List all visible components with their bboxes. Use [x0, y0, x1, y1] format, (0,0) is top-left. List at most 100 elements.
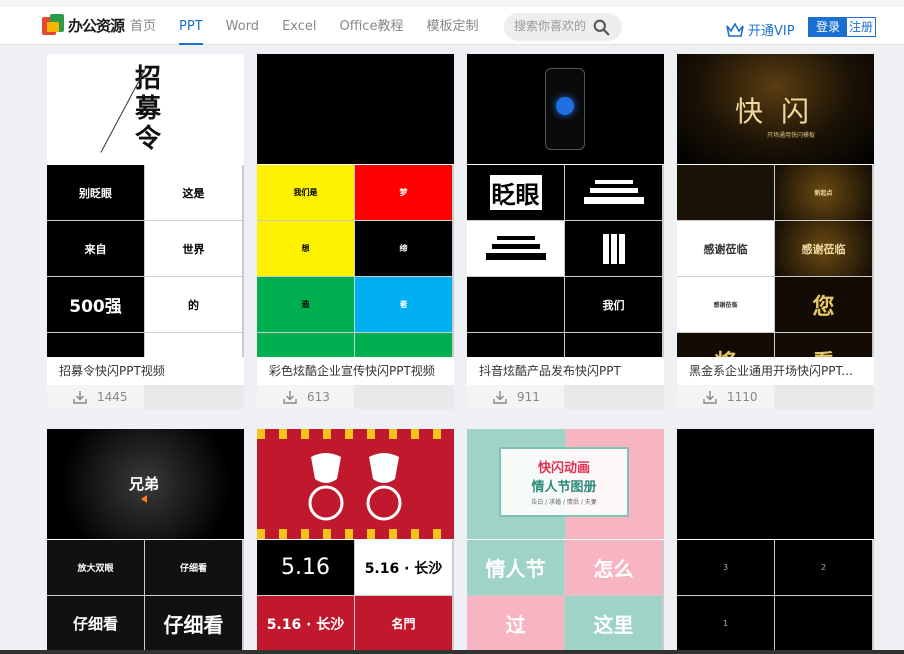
- slide-cell: 500强: [47, 277, 144, 332]
- slide-cell: [467, 221, 564, 276]
- download-count: 1110: [677, 385, 774, 409]
- cover-slide: [257, 54, 454, 164]
- slide-cell: 的: [145, 277, 242, 332]
- slide-cell: 感谢莅临: [677, 277, 774, 332]
- slide-cell: 过: [467, 596, 564, 650]
- template-card[interactable]: 快闪 开场通用快闪模板 新起点 感谢莅临 感谢莅临 感谢莅临 您 将 看 黑金系…: [677, 54, 874, 409]
- slide-cell: [467, 333, 564, 357]
- slide-grid: 5.16 5.16 · 长沙 5.16 · 长沙 名門: [257, 540, 454, 650]
- slide-cell: 世界: [145, 221, 242, 276]
- logo-icon: [42, 14, 64, 36]
- nav-item-excel[interactable]: Excel: [282, 17, 316, 45]
- slide-cell: 3: [677, 540, 774, 595]
- slide-cell: 仔细看: [47, 596, 144, 650]
- login-button[interactable]: 登录: [809, 18, 847, 36]
- nav-item-ppt[interactable]: PPT: [179, 17, 203, 45]
- cover-title: 快闪动画: [537, 461, 590, 476]
- cover-slide: [677, 429, 874, 539]
- slide-cell: 怎么: [565, 540, 662, 595]
- cover-char: 快: [735, 95, 782, 128]
- slide-cell: 感谢莅临: [677, 221, 774, 276]
- template-card[interactable]: 3 2 1: [677, 429, 874, 650]
- slide-cell: 感谢莅临: [775, 221, 872, 276]
- download-count-value: 1445: [97, 390, 128, 404]
- cover-slide: 招 募 令: [47, 54, 244, 164]
- cover-subtitle: 开场通用快闪模板: [767, 132, 816, 139]
- slide-cell: 放大双眼: [47, 540, 144, 595]
- top-navigation-bar: 办公资源 首页 PPT Word Excel Office教程 模板定制 开通V…: [0, 0, 904, 45]
- download-count-value: 911: [517, 390, 540, 404]
- vip-link[interactable]: 开通VIP: [726, 20, 795, 39]
- download-icon: [283, 390, 297, 404]
- vip-label: 开通VIP: [748, 24, 795, 39]
- template-stats: 613: [257, 385, 454, 409]
- template-stats: 1445: [47, 385, 244, 409]
- slide-cell: 别眨眼: [47, 165, 144, 220]
- slide-cell: 5.16 · 长沙: [257, 596, 354, 650]
- bottom-taskbar-edge: [0, 650, 904, 654]
- slide-cell: 想: [257, 221, 354, 276]
- auth-buttons: 登录 注册: [808, 17, 876, 37]
- slide-cell: 来自: [47, 221, 144, 276]
- slide-cell: 5.16: [257, 540, 354, 595]
- search-icon[interactable]: [593, 19, 610, 36]
- nav-item-word[interactable]: Word: [226, 17, 259, 45]
- site-logo[interactable]: 办公资源: [42, 14, 125, 36]
- template-thumbnail[interactable]: 我们是 梦 想 缔 造 者: [257, 54, 454, 357]
- slide-cell: 2: [775, 540, 872, 595]
- slide-cell: 看: [775, 333, 872, 357]
- template-card[interactable]: 我们是 梦 想 缔 造 者 彩色炫酷企业宣传快闪PPT视频 613: [257, 54, 454, 409]
- template-stats: 911: [467, 385, 664, 409]
- download-count: 613: [257, 385, 354, 409]
- download-count: 911: [467, 385, 564, 409]
- slide-cell: 这里: [565, 596, 662, 650]
- slide-cell: [145, 333, 242, 357]
- slide-cell: 将: [677, 333, 774, 357]
- download-icon: [73, 390, 87, 404]
- template-card[interactable]: 兄弟 放大双眼 仔细看 仔细看 仔细看: [47, 429, 244, 650]
- template-title[interactable]: 招募令快闪PPT视频: [47, 357, 244, 385]
- slide-cell: [775, 596, 872, 650]
- cover-slide: [467, 54, 664, 164]
- slide-cell: [47, 333, 144, 357]
- nav-item-template-custom[interactable]: 模板定制: [426, 17, 478, 45]
- register-button[interactable]: 注册: [847, 18, 875, 36]
- cover-slide: 兄弟: [47, 429, 244, 539]
- slide-cell: 者: [355, 277, 452, 332]
- logo-text: 办公资源: [68, 16, 125, 35]
- template-title[interactable]: 彩色炫酷企业宣传快闪PPT视频: [257, 357, 454, 385]
- slide-cell: 名門: [355, 596, 452, 650]
- slide-cell: 1: [677, 596, 774, 650]
- template-card[interactable]: 快闪动画 情人节图册 告白 / 求婚 / 情侣 / 夫妻 情人节 怎么 过 这里: [467, 429, 664, 650]
- nav-item-home[interactable]: 首页: [130, 17, 156, 45]
- slide-cell: 仔细看: [145, 596, 242, 650]
- slide-cell: 您: [775, 277, 872, 332]
- slide-cell: [467, 277, 564, 332]
- main-nav: 首页 PPT Word Excel Office教程 模板定制: [130, 17, 501, 45]
- template-card[interactable]: 招 募 令 别眨眼 这是 来自 世界 500强 的 招募令快闪PPT视频 144…: [47, 54, 244, 409]
- download-icon: [493, 390, 507, 404]
- slide-cell: 仔细看: [145, 540, 242, 595]
- slide-cell: 缔: [355, 221, 452, 276]
- slide-cell: 造: [257, 277, 354, 332]
- search-input[interactable]: [514, 19, 594, 33]
- cover-char: 募: [135, 94, 162, 124]
- cover-title: 兄弟: [129, 475, 160, 493]
- template-title[interactable]: 黑金系企业通用开场快闪PPT...: [677, 357, 874, 385]
- slide-grid: 情人节 怎么 过 这里: [467, 540, 664, 650]
- slide-cell: 梦: [355, 165, 452, 220]
- template-card[interactable]: 5.16 5.16 · 长沙 5.16 · 长沙 名門: [257, 429, 454, 650]
- cover-char: 令: [135, 124, 162, 154]
- template-card[interactable]: 眨眼 我们 抖音炫酷产品发布快闪PPT 911: [467, 54, 664, 409]
- slide-grid: 放大双眼 仔细看 仔细看 仔细看: [47, 540, 244, 650]
- template-thumbnail[interactable]: 眨眼 我们: [467, 54, 664, 357]
- cover-subtitle: 情人节图册: [531, 480, 597, 495]
- template-thumbnail[interactable]: 招 募 令 别眨眼 这是 来自 世界 500强 的: [47, 54, 244, 357]
- slide-grid: 眨眼 我们: [467, 165, 664, 357]
- cover-char: 闪: [781, 95, 828, 128]
- template-title[interactable]: 抖音炫酷产品发布快闪PPT: [467, 357, 664, 385]
- download-count-value: 1110: [727, 390, 758, 404]
- template-thumbnail[interactable]: 快闪 开场通用快闪模板 新起点 感谢莅临 感谢莅临 感谢莅临 您 将 看: [677, 54, 874, 357]
- crown-icon: [726, 22, 744, 37]
- nav-item-office-tutorial[interactable]: Office教程: [340, 17, 404, 45]
